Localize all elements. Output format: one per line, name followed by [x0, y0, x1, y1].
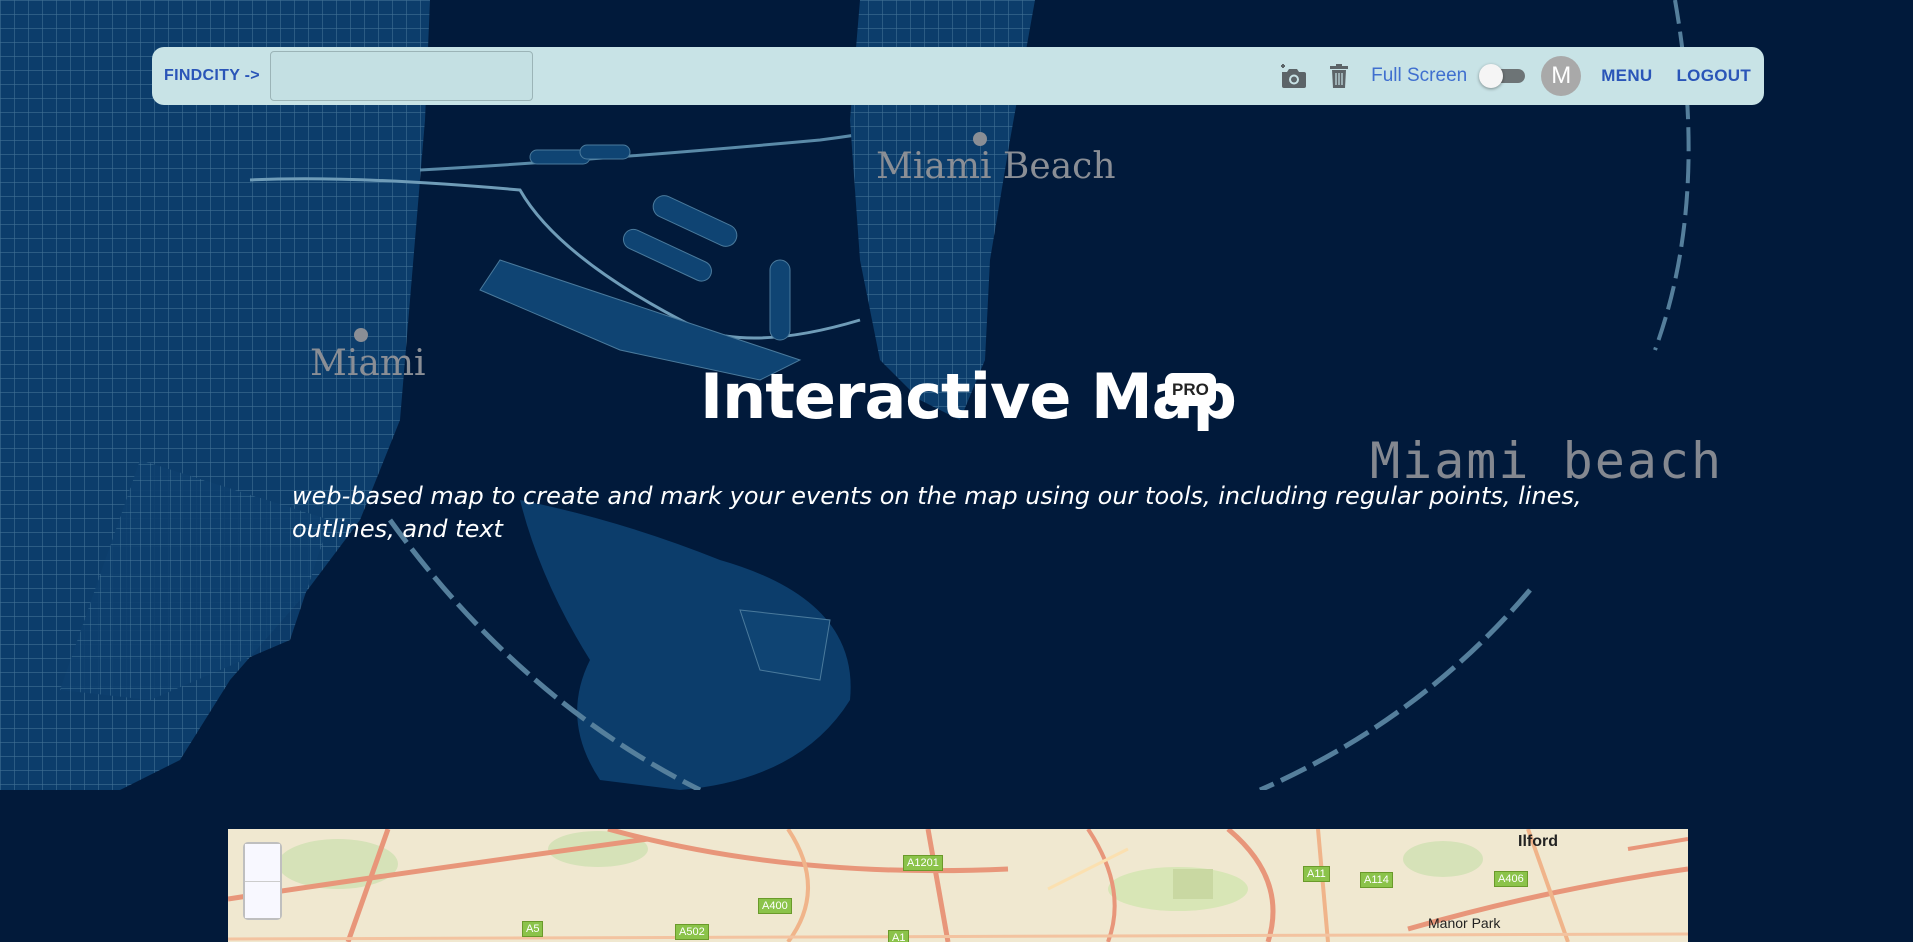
page-title: Interactive Map [700, 360, 1237, 433]
zoom-control [243, 842, 282, 920]
top-toolbar: FINDCITY -> Full Screen M MENU LOGOUT [152, 47, 1764, 105]
map-pin-miami-beach [973, 132, 987, 146]
trash-icon[interactable] [1321, 58, 1357, 94]
pro-badge: PRO [1165, 373, 1216, 406]
map-pin-miami [354, 328, 368, 342]
toggle-thumb [1479, 64, 1504, 88]
menu-button[interactable]: MENU [1601, 66, 1652, 86]
map-preview[interactable]: Ilford Manor Park A1201 A400 A11 A114 A4… [228, 829, 1688, 942]
zoom-out-button[interactable] [245, 881, 280, 918]
road-badge: A5 [522, 921, 544, 937]
avatar[interactable]: M [1541, 56, 1582, 96]
road-badge: A11 [1303, 866, 1330, 882]
road-badge: A400 [758, 898, 792, 914]
logout-button[interactable]: LOGOUT [1676, 66, 1751, 86]
place-label-ilford: Ilford [1518, 833, 1558, 850]
fullscreen-toggle[interactable] [1479, 64, 1526, 88]
fullscreen-label: Full Screen [1371, 65, 1468, 86]
road-badge: A114 [1360, 872, 1393, 888]
road-badge: A406 [1494, 871, 1528, 887]
zoom-in-button[interactable] [245, 844, 280, 881]
road-badge: A1201 [903, 855, 943, 871]
map-label-miami: Miami [310, 343, 426, 384]
hero-subtitle: web-based map to create and mark your ev… [292, 482, 1582, 543]
findcity-button[interactable]: FINDCITY -> [164, 67, 260, 85]
place-label-manor-park: Manor Park [1428, 915, 1501, 931]
road-badge: A1 [888, 930, 910, 942]
add-photo-camera-icon[interactable] [1275, 58, 1311, 94]
city-search-input[interactable] [269, 51, 533, 101]
map-label-miami-beach: Miami Beach [876, 146, 1116, 187]
road-badge: A502 [675, 924, 709, 940]
